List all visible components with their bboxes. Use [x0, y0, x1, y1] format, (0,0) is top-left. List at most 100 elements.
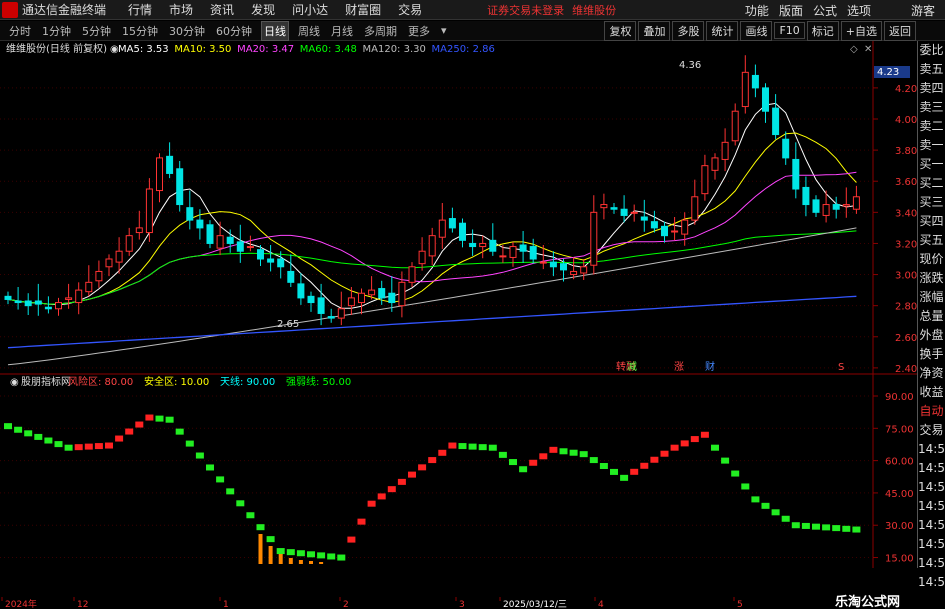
candle-body[interactable]: [701, 165, 709, 195]
period-15min[interactable]: 15分钟: [120, 22, 160, 40]
sidebar-item-9[interactable]: 买四: [918, 212, 945, 231]
f10-button[interactable]: F10: [774, 22, 805, 39]
candle-body[interactable]: [731, 110, 739, 142]
sidebar-item-20[interactable]: 交易: [918, 421, 945, 440]
period-monthly[interactable]: 月线: [329, 22, 355, 40]
chevron-down-icon[interactable]: ▾: [439, 23, 449, 38]
candle-body[interactable]: [630, 211, 638, 214]
menu-discover[interactable]: 发现: [251, 1, 275, 18]
candle-body[interactable]: [358, 292, 365, 304]
candle-body[interactable]: [34, 300, 42, 305]
candle-body[interactable]: [640, 216, 648, 221]
candle-body[interactable]: [95, 270, 103, 282]
candle-body[interactable]: [75, 289, 83, 304]
candle-body[interactable]: [186, 207, 194, 221]
candle-body[interactable]: [125, 235, 133, 252]
sidebar-item-14[interactable]: 总量: [918, 307, 945, 326]
candle-body[interactable]: [459, 222, 466, 241]
candle-body[interactable]: [721, 141, 729, 160]
candle-body[interactable]: [24, 300, 32, 307]
period-1min[interactable]: 1分钟: [40, 22, 73, 40]
sidebar-item-10[interactable]: 买五: [918, 231, 945, 250]
candle-body[interactable]: [560, 263, 567, 271]
multi-stock-button[interactable]: 多股: [672, 20, 705, 41]
candle-body[interactable]: [327, 316, 335, 319]
sidebar-item-8[interactable]: 买三: [918, 193, 945, 212]
candle-body[interactable]: [428, 235, 436, 257]
candle-body[interactable]: [206, 224, 214, 244]
candle-body[interactable]: [519, 244, 527, 252]
sidebar-item-19[interactable]: 自动: [918, 402, 945, 421]
candle-body[interactable]: [539, 261, 547, 264]
sidebar-item-17[interactable]: 净资: [918, 364, 945, 383]
period-more[interactable]: 更多: [406, 22, 432, 40]
menu-function[interactable]: 功能: [745, 2, 769, 19]
sidebar-item-11[interactable]: 现价: [918, 250, 945, 269]
settings-diamond-icon[interactable]: ◇: [850, 44, 858, 55]
sidebar-item-2[interactable]: 卖四: [918, 79, 945, 98]
sidebar-item-3[interactable]: 卖三: [918, 98, 945, 117]
candle-body[interactable]: [267, 258, 275, 263]
candle-body[interactable]: [317, 297, 325, 314]
menu-market[interactable]: 市场: [169, 1, 193, 18]
candle-body[interactable]: [44, 306, 52, 310]
candle-body[interactable]: [529, 246, 537, 260]
candle-body[interactable]: [751, 74, 759, 89]
candle-body[interactable]: [792, 158, 800, 190]
menu-quote[interactable]: 行情: [128, 1, 152, 18]
period-60min[interactable]: 60分钟: [214, 22, 254, 40]
candle-body[interactable]: [418, 250, 426, 265]
period-multi[interactable]: 多周期: [362, 22, 399, 40]
adjust-button[interactable]: 复权: [604, 20, 637, 41]
candle-body[interactable]: [469, 242, 477, 248]
sidebar-item-1[interactable]: 卖五: [918, 60, 945, 79]
sidebar-item-7[interactable]: 买二: [918, 174, 945, 193]
candle-body[interactable]: [277, 258, 285, 268]
menu-trade[interactable]: 交易: [398, 1, 422, 18]
sidebar-item-12[interactable]: 涨跌: [918, 269, 945, 288]
candle-body[interactable]: [135, 227, 143, 234]
candle-body[interactable]: [842, 204, 850, 207]
candle-body[interactable]: [257, 249, 264, 260]
period-timeshare[interactable]: 分时: [7, 22, 33, 40]
candle-body[interactable]: [85, 281, 93, 293]
draw-line-button[interactable]: 画线: [740, 20, 773, 41]
candle-body[interactable]: [852, 196, 860, 210]
candle-body[interactable]: [590, 211, 598, 266]
candle-body[interactable]: [368, 289, 376, 296]
candle-body[interactable]: [176, 168, 184, 206]
candle-body[interactable]: [549, 261, 557, 268]
sidebar-item-0[interactable]: 委比: [918, 41, 945, 60]
candle-body[interactable]: [772, 107, 780, 136]
candle-body[interactable]: [307, 295, 315, 304]
kline-chart[interactable]: 维维股份(日线 前复权) ◉ MA5: 3.53 MA10: 3.50 MA20: …: [0, 41, 917, 568]
candle-body[interactable]: [711, 157, 719, 171]
candle-body[interactable]: [509, 246, 517, 258]
candle-body[interactable]: [216, 235, 224, 249]
event-badge-4[interactable]: S: [838, 362, 844, 373]
chart-area[interactable]: 维维股份(日线 前复权) ◉ MA5: 3.53 MA10: 3.50 MA20: …: [0, 41, 917, 568]
login-notice[interactable]: 证券交易未登录: [487, 2, 564, 18]
sidebar-item-5[interactable]: 卖一: [918, 136, 945, 155]
candle-body[interactable]: [14, 300, 22, 304]
candle-body[interactable]: [832, 204, 840, 210]
candle-body[interactable]: [570, 270, 578, 276]
candle-body[interactable]: [661, 225, 668, 237]
candle-body[interactable]: [287, 270, 295, 283]
candle-body[interactable]: [65, 297, 73, 300]
event-badge-1[interactable]: 减: [627, 361, 637, 373]
candle-body[interactable]: [337, 308, 345, 319]
event-badge-3[interactable]: 财: [705, 360, 715, 373]
candle-body[interactable]: [438, 219, 446, 238]
candle-body[interactable]: [196, 219, 204, 229]
candle-body[interactable]: [398, 281, 406, 307]
candle-body[interactable]: [671, 230, 679, 233]
candle-body[interactable]: [448, 218, 456, 229]
candle-body[interactable]: [499, 255, 507, 258]
candle-body[interactable]: [650, 221, 658, 229]
candle-body[interactable]: [4, 295, 12, 300]
sidebar-item-16[interactable]: 换手: [918, 345, 945, 364]
period-daily[interactable]: 日线: [261, 20, 289, 41]
candle-body[interactable]: [610, 207, 618, 210]
period-30min[interactable]: 30分钟: [167, 22, 207, 40]
